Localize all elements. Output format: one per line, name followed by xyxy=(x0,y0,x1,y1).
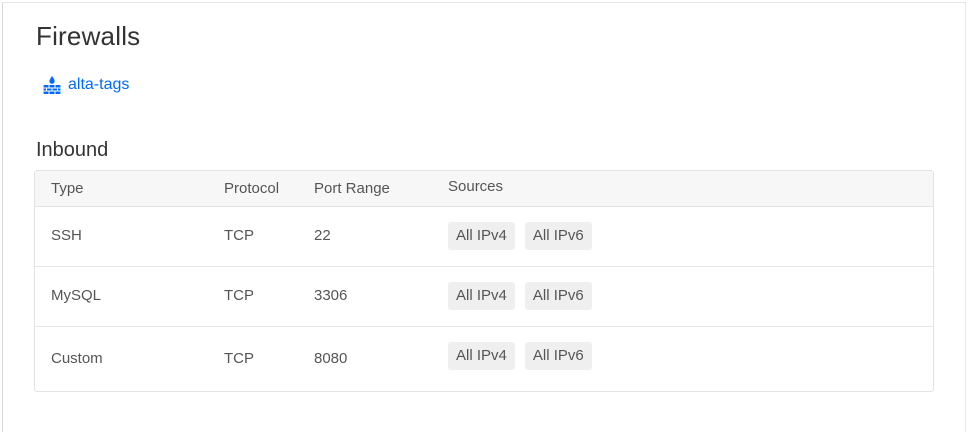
source-tag: All IPv4 xyxy=(448,342,515,370)
rule-type: MySQL xyxy=(51,287,102,304)
rule-port-range: 3306 xyxy=(314,287,348,304)
source-tag: All IPv6 xyxy=(524,282,592,310)
source-tag: All IPv6 xyxy=(524,342,592,370)
column-header-sources: Sources xyxy=(448,178,504,195)
column-header-protocol: Protocol xyxy=(224,180,280,197)
inbound-section-title: Inbound xyxy=(36,139,109,161)
table-row: Custom TCP 8080 All IPv4 All IPv6 xyxy=(35,327,933,391)
firewall-link-label[interactable]: alta-tags xyxy=(68,76,129,94)
source-tag: All IPv4 xyxy=(448,222,515,250)
firewall-link[interactable]: alta-tags xyxy=(42,75,129,95)
column-header-type: Type xyxy=(51,180,84,197)
rule-protocol: TCP xyxy=(224,350,254,367)
page-title: Firewalls xyxy=(36,21,141,51)
rule-sources: All IPv4 All IPv6 xyxy=(448,282,592,310)
column-header-port-range: Port Range xyxy=(314,180,390,197)
source-tag: All IPv4 xyxy=(448,282,515,310)
rule-type: Custom xyxy=(51,350,103,367)
rule-sources: All IPv4 All IPv6 xyxy=(448,342,592,370)
inbound-rules-table: Type Protocol Port Range Sources SSH TCP… xyxy=(34,170,934,392)
rule-protocol: TCP xyxy=(224,287,254,304)
rule-sources: All IPv4 All IPv6 xyxy=(448,222,592,250)
table-header: Type Protocol Port Range Sources xyxy=(35,171,933,207)
table-row: MySQL TCP 3306 All IPv4 All IPv6 xyxy=(35,267,933,327)
table-row: SSH TCP 22 All IPv4 All IPv6 xyxy=(35,207,933,267)
source-tag: All IPv6 xyxy=(524,222,592,250)
rule-type: SSH xyxy=(51,227,82,244)
rule-port-range: 8080 xyxy=(314,350,348,367)
rule-protocol: TCP xyxy=(224,227,254,244)
firewall-icon xyxy=(43,76,61,94)
rule-port-range: 22 xyxy=(314,227,331,244)
